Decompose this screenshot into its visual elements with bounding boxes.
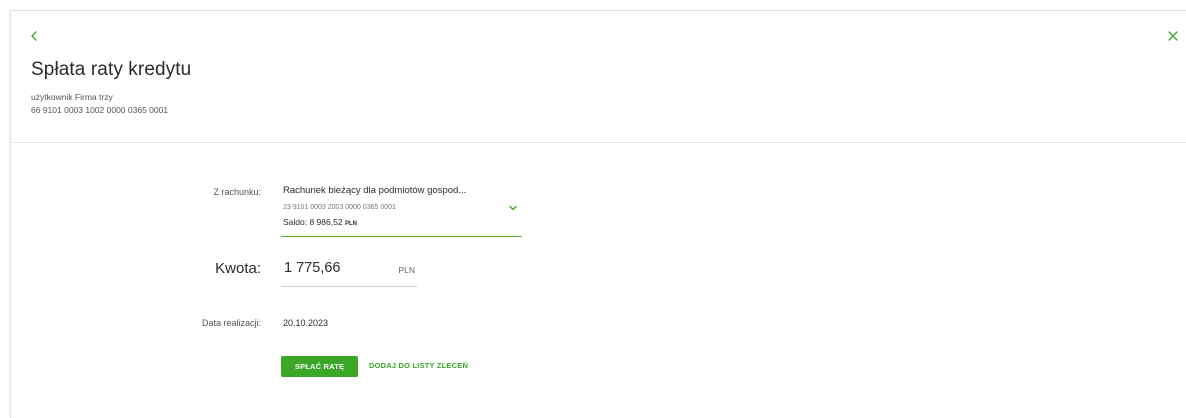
amount-label: Kwota: — [215, 260, 261, 277]
date-value[interactable]: 20.10.2023 — [283, 318, 328, 328]
amount-value: 1 775,66 — [284, 260, 341, 276]
chevron-left-icon — [31, 31, 37, 41]
page-title: Spłata raty kredytu — [31, 59, 192, 80]
header-divider — [11, 142, 1186, 143]
close-button[interactable] — [1166, 29, 1180, 43]
loan-account-number: 66 9101 0003 1002 0000 0365 0001 — [31, 105, 169, 115]
from-account-name: Rachunek bieżący dla podmiotów gospod... — [283, 185, 467, 196]
add-to-orders-button[interactable]: DODAJ DO LISTY ZLECEŃ — [369, 361, 468, 370]
amount-input[interactable]: 1 775,66 PLN — [281, 257, 417, 287]
from-account-select[interactable]: Rachunek bieżący dla podmiotów gospod...… — [281, 183, 522, 237]
amount-currency: PLN — [398, 265, 415, 275]
repayment-panel: Spłata raty kredytu użytkownik Firma trz… — [10, 10, 1186, 418]
from-account-label: Z rachunku: — [213, 187, 261, 197]
account-owner: użytkownik Firma trzy — [31, 92, 113, 102]
repay-button[interactable]: SPŁAĆ RATĘ — [281, 356, 358, 377]
balance-value: Saldo: 8 986,52 — [283, 217, 343, 227]
from-account-balance: Saldo: 8 986,52 PLN — [283, 217, 357, 227]
back-button[interactable] — [27, 29, 41, 43]
from-account-number: 23 9101 0003 2003 0000 0365 0001 — [283, 204, 396, 211]
close-icon — [1168, 31, 1178, 41]
date-label: Data realizacji: — [201, 318, 261, 328]
chevron-down-icon — [509, 205, 517, 211]
balance-currency: PLN — [344, 221, 357, 227]
